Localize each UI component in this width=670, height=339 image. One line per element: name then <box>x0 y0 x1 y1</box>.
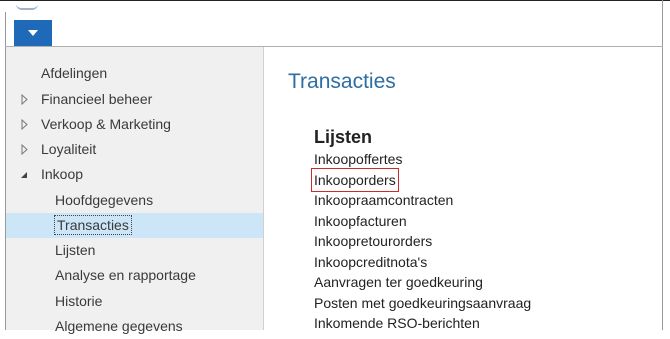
link-inkoopraamcontracten[interactable]: Inkoopraamcontracten <box>314 190 453 210</box>
sidebar-item-label: Afdelingen <box>41 65 108 81</box>
sidebar-item-label: Lijsten <box>55 242 96 258</box>
sidebar-item-afdelingen[interactable]: Afdelingen <box>6 61 263 86</box>
sidebar-item-analyse-en-rapportage[interactable]: Analyse en rapportage <box>6 263 263 288</box>
sidebar-item-financieel-beheer[interactable]: Financieel beheer <box>6 87 263 112</box>
sidebar-item-label: Loyaliteit <box>41 141 97 157</box>
chevron-right-icon[interactable] <box>20 137 30 162</box>
link-inkooporders[interactable]: Inkooporders <box>311 168 399 192</box>
sidebar-item-lijsten[interactable]: Lijsten <box>6 238 263 263</box>
link-inkoopfacturen[interactable]: Inkoopfacturen <box>314 211 407 231</box>
sidebar-item-label: Algemene gegevens <box>55 318 183 334</box>
sidebar-item-label: Transacties <box>54 215 132 235</box>
sidebar-item-label: Analyse en rapportage <box>55 267 196 283</box>
link-posten-met-goedkeuringsaanvraag[interactable]: Posten met goedkeuringsaanvraag <box>314 293 531 313</box>
chevron-right-icon[interactable] <box>20 87 30 112</box>
sidebar-item-algemene-gegevens[interactable]: Algemene gegevens <box>6 314 263 339</box>
chevron-right-icon[interactable] <box>20 112 30 137</box>
navigation-pane: Afdelingen Financieel beheer Verkoop & Mar… <box>6 47 263 334</box>
sidebar-item-hoofdgegevens[interactable]: Hoofdgegevens <box>6 188 263 213</box>
sidebar-item-verkoop-marketing[interactable]: Verkoop & Marketing <box>6 112 263 137</box>
sidebar-item-inkoop[interactable]: Inkoop <box>6 162 263 187</box>
chevron-down-icon <box>28 30 38 36</box>
sidebar-item-label: Financieel beheer <box>41 91 153 107</box>
link-inkomende-rso-berichten[interactable]: Inkomende RSO-berichten <box>314 313 480 333</box>
sidebar-item-loyaliteit[interactable]: Loyaliteit <box>6 137 263 162</box>
sidebar-item-label: Verkoop & Marketing <box>41 116 171 132</box>
sidebar-item-transacties[interactable]: Transacties <box>6 213 263 238</box>
frame-right-border <box>662 0 663 330</box>
sidebar-item-historie[interactable]: Historie <box>6 289 263 314</box>
link-inkoopoffertes[interactable]: Inkoopoffertes <box>314 149 402 169</box>
page-title: Transacties <box>288 70 396 93</box>
triangle-expanded-icon[interactable] <box>20 162 30 187</box>
sidebar-item-label: Historie <box>55 293 103 309</box>
link-inkoopretourorders[interactable]: Inkoopretourorders <box>314 231 432 251</box>
sidebar-item-label: Inkoop <box>41 166 84 182</box>
top-border <box>0 0 670 1</box>
app-logo-fragment <box>16 4 38 10</box>
sidebar-item-label: Hoofdgegevens <box>55 192 154 208</box>
section-heading-lijsten: Lijsten <box>314 127 373 147</box>
link-inkoopcreditnota-s[interactable]: Inkoopcreditnota's <box>314 252 427 272</box>
pane-divider <box>263 47 264 330</box>
link-aanvragen-ter-goedkeuring[interactable]: Aanvragen ter goedkeuring <box>314 272 483 292</box>
menu-dropdown-button[interactable] <box>14 20 52 46</box>
